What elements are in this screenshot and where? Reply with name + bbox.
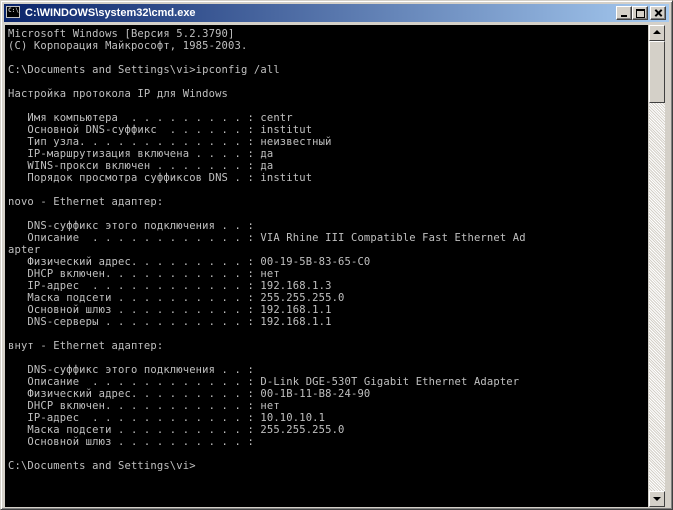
console-line: DHCP включен. . . . . . . . . . . : нет [8,268,280,280]
console-line: WINS-прокси включен . . . . . . . : да [8,160,274,172]
console-line: Описание . . . . . . . . . . . . : D-Lin… [8,376,520,388]
minimize-button[interactable] [616,6,632,20]
console-line: (C) Корпорация Майкрософт, 1985-2003. [8,40,248,52]
console-line: IP-маршрутизация включена . . . . : да [8,148,274,160]
maximize-button[interactable] [632,6,648,20]
console-line: Маска подсети . . . . . . . . . . : 255.… [8,292,345,304]
window-title: C:\WINDOWS\system32\cmd.exe [25,7,196,19]
console-line: Описание . . . . . . . . . . . . : VIA R… [8,232,526,244]
console-line: Порядок просмотра суффиксов DNS . : inst… [8,172,313,184]
console-line: внут - Ethernet адаптер: [8,340,164,352]
console-line: Маска подсети . . . . . . . . . . : 255.… [8,424,345,436]
console-line: Тип узла. . . . . . . . . . . . . : неиз… [8,136,332,148]
console-text: Microsoft Windows [Версия 5.2.3790] (C) … [5,25,648,472]
console-line: C:\Documents and Settings\vi> [8,460,196,472]
console-line: Основной шлюз . . . . . . . . . . : [8,436,254,448]
console-line: Имя компьютера . . . . . . . . . : centr [8,112,293,124]
vertical-scrollbar[interactable] [649,25,665,507]
console-line: Основной шлюз . . . . . . . . . . : 192.… [8,304,332,316]
console-line: Настройка протокола IP для Windows [8,88,229,100]
console-line: DHCP включен. . . . . . . . . . . : нет [8,400,280,412]
console-line: Физический адрес. . . . . . . . . : 00-1… [8,256,371,268]
console-line: Основной DNS-суффикс . . . . . . : insti… [8,124,313,136]
console-icon[interactable]: C:\ [6,6,20,18]
close-button[interactable] [650,6,666,20]
scrollbar-thumb[interactable] [649,41,665,103]
console-line: DNS-серверы . . . . . . . . . . . : 192.… [8,316,332,328]
cmd-window: C:\ C:\WINDOWS\system32\cmd.exe Microsof… [0,0,673,510]
console-line: DNS-суффикс этого подключения . . : [8,220,254,232]
console-line: Microsoft Windows [Версия 5.2.3790] [8,28,235,40]
console-line: DNS-суффикс этого подключения . . : [8,364,254,376]
scroll-down-arrow-icon[interactable] [649,491,665,507]
console-line: apter [8,244,41,256]
console-line: C:\Documents and Settings\vi>ipconfig /a… [8,64,280,76]
console-line: Физический адрес. . . . . . . . . : 00-1… [8,388,371,400]
console-line: IP-адрес . . . . . . . . . . . . : 192.1… [8,280,332,292]
console-line: novo - Ethernet адаптер: [8,196,164,208]
console-output-area[interactable]: Microsoft Windows [Версия 5.2.3790] (C) … [5,25,648,507]
console-line: IP-адрес . . . . . . . . . . . . : 10.10… [8,412,326,424]
scroll-up-arrow-icon[interactable] [649,25,665,41]
title-bar[interactable]: C:\ C:\WINDOWS\system32\cmd.exe [4,4,669,22]
